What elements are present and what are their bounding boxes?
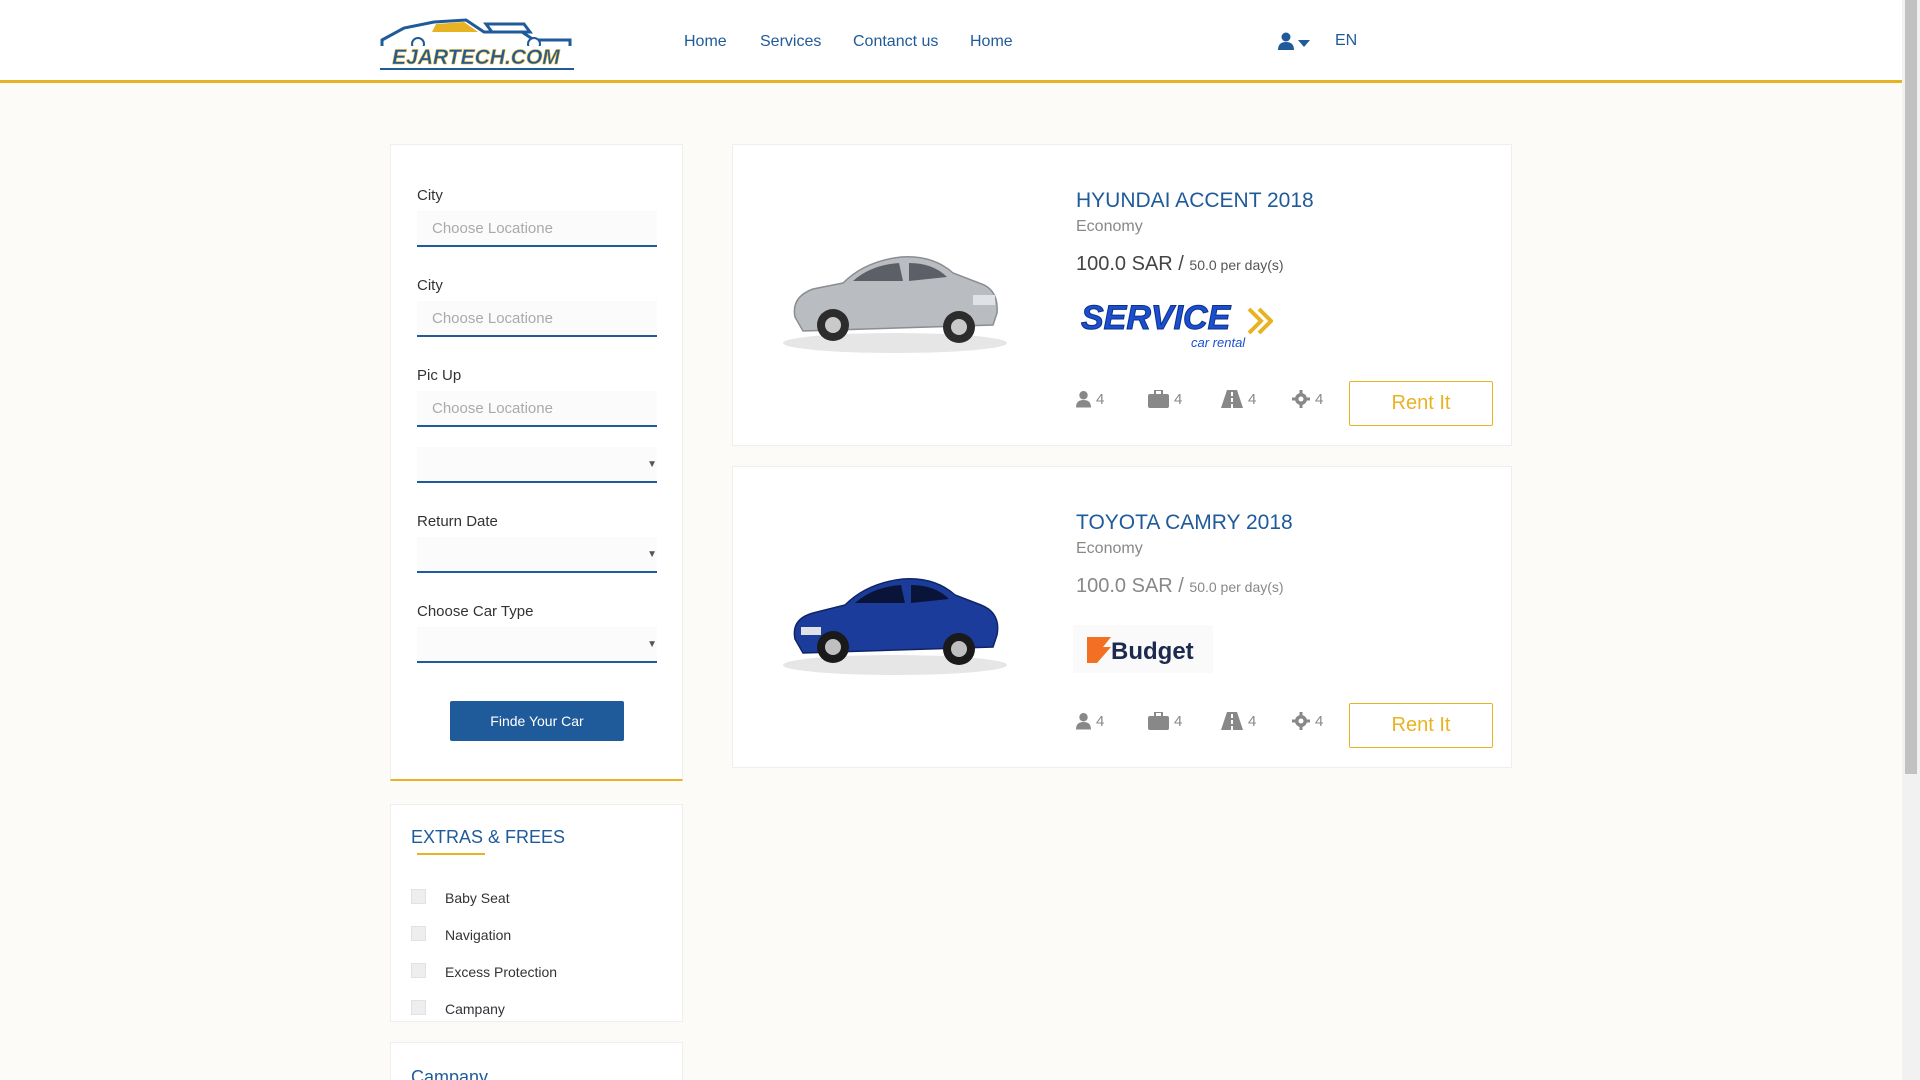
city-label: City	[417, 187, 443, 204]
extra-navigation[interactable]: Navigation	[411, 926, 511, 943]
find-your-car-button[interactable]: Finde Your Car	[450, 701, 624, 741]
company-logo: Budget	[1073, 625, 1223, 680]
car-card: HYUNDAI ACCENT 2018 Economy 100.0 SAR / …	[732, 144, 1512, 446]
extra-label: Campany	[445, 1001, 505, 1017]
bags-value: 4	[1174, 390, 1183, 408]
road-spec: 4	[1221, 390, 1256, 408]
price-total: 100.0 SAR /	[1076, 575, 1184, 597]
svg-text:EJARTECH.COM: EJARTECH.COM	[392, 46, 560, 69]
price-per-day: 50.0 per day(s)	[1189, 579, 1284, 595]
road-spec: 4	[1221, 712, 1256, 730]
company-logo: SERVICE car rental	[1073, 295, 1274, 360]
scrollbar-thumb[interactable]	[1905, 0, 1917, 774]
nav-home-2[interactable]: Home	[970, 33, 1013, 51]
nav-home[interactable]: Home	[684, 33, 727, 51]
search-filter-panel: City Choose Locatione City Choose Locati…	[390, 144, 683, 781]
nav-contact-us[interactable]: Contanct us	[853, 33, 938, 51]
road-icon	[1221, 390, 1243, 408]
car-price: 100.0 SAR / 50.0 per day(s)	[1076, 575, 1284, 598]
bags-spec: 4	[1148, 712, 1182, 730]
bags-value: 4	[1174, 712, 1183, 730]
passengers-value: 4	[1096, 390, 1105, 408]
road-icon	[1221, 712, 1243, 730]
checkbox[interactable]	[411, 963, 426, 978]
title-underline	[417, 853, 485, 855]
rent-it-button[interactable]: Rent It	[1349, 703, 1493, 748]
city-input-2[interactable]: Choose Locatione	[417, 301, 657, 337]
car-type-select[interactable]: ▼	[417, 627, 657, 663]
city-input[interactable]: Choose Locatione	[417, 211, 657, 247]
caret-down-icon: ▼	[647, 459, 657, 470]
caret-down-icon: ▼	[647, 639, 657, 650]
svg-text:SERVICE: SERVICE	[1081, 299, 1232, 337]
checkbox[interactable]	[411, 1000, 426, 1015]
car-name[interactable]: TOYOTA CAMRY 2018	[1076, 511, 1293, 535]
extra-campany[interactable]: Campany	[411, 1000, 505, 1017]
extra-baby-seat[interactable]: Baby Seat	[411, 889, 510, 906]
user-icon	[1278, 32, 1294, 55]
language-switcher[interactable]: EN	[1335, 32, 1357, 50]
svg-text:Budget: Budget	[1111, 638, 1194, 665]
user-icon	[1076, 391, 1091, 408]
passengers-value: 4	[1096, 712, 1105, 730]
pickup-date-select[interactable]: ▼	[417, 447, 657, 483]
return-date-label: Return Date	[417, 513, 498, 530]
city-label-2: City	[417, 277, 443, 294]
extras-panel: EXTRAS & FREES Baby Seat Navigation Exce…	[390, 804, 683, 1022]
extra-excess-protection[interactable]: Excess Protection	[411, 963, 557, 980]
extra-label: Baby Seat	[445, 890, 510, 906]
car-image	[773, 547, 1018, 687]
pickup-location-input[interactable]: Choose Locatione	[417, 391, 657, 427]
checkbox[interactable]	[411, 889, 426, 904]
caret-down-icon	[1298, 35, 1310, 53]
brand-logo[interactable]: EJARTECH.COM	[374, 10, 578, 72]
car-class: Economy	[1076, 540, 1143, 557]
site-header: EJARTECH.COM Home Services Contanct us H…	[0, 0, 1902, 83]
company-title: Campany	[411, 1067, 489, 1080]
price-per-day: 50.0 per day(s)	[1189, 257, 1284, 273]
user-icon	[1076, 713, 1091, 730]
gear-icon	[1292, 390, 1310, 408]
passengers-spec: 4	[1076, 712, 1104, 730]
bags-spec: 4	[1148, 390, 1182, 408]
page-scrollbar[interactable]	[1902, 0, 1920, 1080]
car-price: 100.0 SAR / 50.0 per day(s)	[1076, 253, 1284, 276]
svg-text:car rental: car rental	[1191, 335, 1246, 350]
price-total: 100.0 SAR /	[1076, 253, 1184, 275]
extra-label: Navigation	[445, 927, 512, 943]
extra-label: Excess Protection	[445, 964, 558, 980]
gear-value: 4	[1315, 390, 1324, 408]
suitcase-icon	[1148, 390, 1169, 408]
car-class: Economy	[1076, 218, 1143, 235]
caret-down-icon: ▼	[647, 549, 657, 560]
car-image	[773, 225, 1018, 365]
car-card: TOYOTA CAMRY 2018 Economy 100.0 SAR / 50…	[732, 466, 1512, 768]
user-menu[interactable]	[1278, 32, 1310, 55]
road-value: 4	[1248, 390, 1257, 408]
rent-it-button[interactable]: Rent It	[1349, 381, 1493, 426]
gear-icon	[1292, 712, 1310, 730]
passengers-spec: 4	[1076, 390, 1104, 408]
suitcase-icon	[1148, 712, 1169, 730]
company-panel: Campany	[390, 1042, 683, 1080]
nav-services[interactable]: Services	[760, 33, 821, 51]
car-name[interactable]: HYUNDAI ACCENT 2018	[1076, 189, 1314, 213]
pickup-label: Pic Up	[417, 367, 462, 384]
gear-value: 4	[1315, 712, 1324, 730]
car-type-label: Choose Car Type	[417, 603, 534, 620]
extras-title: EXTRAS & FREES	[411, 827, 566, 847]
checkbox[interactable]	[411, 926, 426, 941]
gear-spec: 4	[1292, 390, 1323, 408]
return-date-select[interactable]: ▼	[417, 537, 657, 573]
road-value: 4	[1248, 712, 1257, 730]
gear-spec: 4	[1292, 712, 1323, 730]
